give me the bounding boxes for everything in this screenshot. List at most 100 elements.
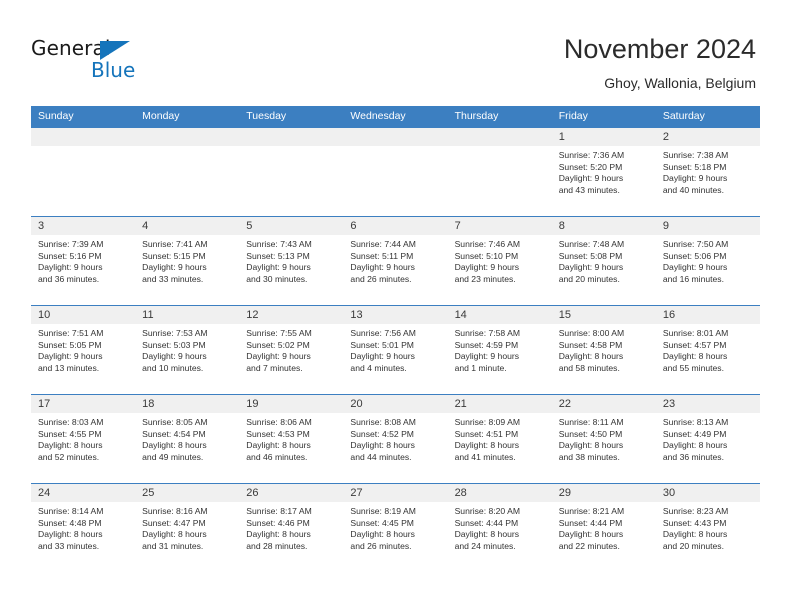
day-number: 30 [655,484,760,502]
day-number: 28 [447,484,552,502]
sunrise-text: Sunrise: 8:09 AM [454,417,521,427]
day-number [447,128,552,146]
daylight-text-line1: Daylight: 8 hours [662,351,728,362]
sunrise-text: Sunrise: 7:51 AM [38,328,104,338]
daylight-text-line2: and 52 minutes. [38,451,100,462]
sunset-text: Sunset: 5:05 PM [38,339,102,350]
daylight-text-line1: Daylight: 9 hours [662,173,728,184]
general-blue-logo[interactable]: General Blue [31,36,171,88]
daylight-text-line2: and 44 minutes. [350,451,412,462]
day-number [135,128,240,146]
day-number: 13 [343,306,448,324]
day-details: Sunrise: 7:58 AM Sunset: 4:59 PM Daylight:… [448,324,552,374]
sunset-text: Sunset: 4:54 PM [142,428,206,439]
day-details: Sunrise: 8:16 AM Sunset: 4:47 PM Daylight:… [135,502,239,552]
day-number: 14 [447,306,552,324]
day-cell[interactable]: 27 Sunrise: 8:19 AM Sunset: 4:45 PM Dayligh… [343,484,448,572]
day-number: 8 [551,217,656,235]
day-details: Sunrise: 7:53 AM Sunset: 5:03 PM Daylight:… [135,324,239,374]
day-cell[interactable]: 6 Sunrise: 7:44 AM Sunset: 5:11 PM Daylight… [343,217,448,305]
sunset-text: Sunset: 4:50 PM [558,428,623,439]
weekday-header-tuesday: Tuesday [246,110,287,122]
daylight-text-line1: Daylight: 9 hours [246,351,311,362]
daylight-text-line2: and 58 minutes. [558,362,620,373]
daylight-text-line2: and 38 minutes. [558,451,620,462]
sunset-text: Sunset: 5:15 PM [142,250,206,261]
calendar-grid: Sunday Monday Tuesday Wednesday Thursday… [31,106,760,572]
day-details: Sunrise: 7:55 AM Sunset: 5:02 PM Daylight:… [239,324,343,374]
sunrise-text: Sunrise: 7:48 AM [558,239,625,249]
day-cell[interactable]: 4 Sunrise: 7:41 AM Sunset: 5:15 PM Daylight… [135,217,240,305]
sunset-text: Sunset: 4:44 PM [454,517,519,528]
day-number: 12 [239,306,344,324]
daylight-text-line2: and 10 minutes. [142,362,204,373]
day-cell[interactable]: 19 Sunrise: 8:06 AM Sunset: 4:53 PM Dayligh… [239,395,344,483]
day-cell[interactable]: 15 Sunrise: 8:00 AM Sunset: 4:58 PM Dayligh… [551,306,656,394]
sunrise-text: Sunrise: 8:19 AM [350,506,416,516]
sunrise-text: Sunrise: 8:23 AM [662,506,729,516]
sunset-text: Sunset: 4:59 PM [454,339,519,350]
day-cell[interactable]: 7 Sunrise: 7:46 AM Sunset: 5:10 PM Daylight… [447,217,552,305]
day-cell[interactable]: 10 Sunrise: 7:51 AM Sunset: 5:05 PM Dayligh… [31,306,136,394]
day-cell[interactable]: 26 Sunrise: 8:17 AM Sunset: 4:46 PM Dayligh… [239,484,344,572]
page-title: November 2024 [563,34,756,64]
weekday-header-friday: Friday [558,110,588,122]
day-cell[interactable]: 20 Sunrise: 8:08 AM Sunset: 4:52 PM Dayligh… [343,395,448,483]
daylight-text-line1: Daylight: 9 hours [142,351,207,362]
day-details: Sunrise: 8:13 AM Sunset: 4:49 PM Daylight:… [656,413,760,463]
weekday-header-saturday: Saturday [662,110,705,122]
day-cell[interactable]: 12 Sunrise: 7:55 AM Sunset: 5:02 PM Dayligh… [239,306,344,394]
day-cell[interactable]: 1 Sunrise: 7:36 AM Sunset: 5:20 PM Daylight… [551,128,656,216]
day-cell[interactable]: 21 Sunrise: 8:09 AM Sunset: 4:51 PM Dayligh… [447,395,552,483]
day-cell[interactable]: 24 Sunrise: 8:14 AM Sunset: 4:48 PM Dayligh… [31,484,136,572]
daylight-text-line1: Daylight: 9 hours [558,173,624,184]
day-cell[interactable]: 5 Sunrise: 7:43 AM Sunset: 5:13 PM Daylight… [239,217,344,305]
logo-text-blue: Blue [91,58,136,82]
daylight-text-line1: Daylight: 8 hours [662,440,728,451]
day-cell[interactable]: 8 Sunrise: 7:48 AM Sunset: 5:08 PM Daylight… [551,217,656,305]
day-details: Sunrise: 8:20 AM Sunset: 4:44 PM Daylight:… [448,502,552,552]
day-cell[interactable]: 13 Sunrise: 7:56 AM Sunset: 5:01 PM Dayligh… [343,306,448,394]
daylight-text-line2: and 22 minutes. [558,540,620,551]
day-details: Sunrise: 7:46 AM Sunset: 5:10 PM Daylight:… [448,235,552,285]
day-number [343,128,448,146]
day-number: 7 [447,217,552,235]
day-cell[interactable]: 28 Sunrise: 8:20 AM Sunset: 4:44 PM Dayligh… [447,484,552,572]
daylight-text-line1: Daylight: 9 hours [38,262,103,273]
daylight-text-line1: Daylight: 8 hours [350,440,415,451]
daylight-text-line2: and 20 minutes. [662,540,724,551]
day-cell[interactable]: 25 Sunrise: 8:16 AM Sunset: 4:47 PM Dayligh… [135,484,240,572]
title-block: November 2024 Ghoy, Wallonia, Belgium [564,33,756,92]
sunset-text: Sunset: 5:03 PM [142,339,206,350]
day-details: Sunrise: 7:43 AM Sunset: 5:13 PM Daylight:… [239,235,343,285]
day-details: Sunrise: 8:06 AM Sunset: 4:53 PM Daylight:… [239,413,343,463]
daylight-text-line1: Daylight: 8 hours [38,440,103,451]
day-cell[interactable]: 22 Sunrise: 8:11 AM Sunset: 4:50 PM Dayligh… [551,395,656,483]
sunset-text: Sunset: 5:10 PM [454,250,519,261]
day-number: 11 [135,306,240,324]
week-row: 1 Sunrise: 7:36 AM Sunset: 5:20 PM Daylight… [31,127,760,216]
day-cell[interactable]: 16 Sunrise: 8:01 AM Sunset: 4:57 PM Dayligh… [655,306,760,394]
day-cell[interactable]: 2 Sunrise: 7:38 AM Sunset: 5:18 PM Daylight… [655,128,760,216]
sunset-text: Sunset: 5:16 PM [38,250,102,261]
day-cell[interactable]: 29 Sunrise: 8:21 AM Sunset: 4:44 PM Dayligh… [551,484,656,572]
day-number: 5 [239,217,344,235]
sunrise-text: Sunrise: 8:08 AM [350,417,416,427]
weekday-header-row: Sunday Monday Tuesday Wednesday Thursday… [31,106,760,127]
daylight-text-line1: Daylight: 8 hours [38,529,103,540]
day-cell[interactable]: 9 Sunrise: 7:50 AM Sunset: 5:06 PM Daylight… [655,217,760,305]
calendar-page: General Blue November 2024 Ghoy, Walloni… [0,0,792,612]
weekday-header-sunday: Sunday [38,110,74,122]
day-cell[interactable]: 17 Sunrise: 8:03 AM Sunset: 4:55 PM Dayligh… [31,395,136,483]
day-details: Sunrise: 7:51 AM Sunset: 5:05 PM Daylight:… [31,324,135,374]
day-cell[interactable]: 30 Sunrise: 8:23 AM Sunset: 4:43 PM Dayligh… [655,484,760,572]
day-cell[interactable]: 14 Sunrise: 7:58 AM Sunset: 4:59 PM Dayligh… [447,306,552,394]
daylight-text-line2: and 1 minute. [454,362,507,373]
day-cell[interactable]: 3 Sunrise: 7:39 AM Sunset: 5:16 PM Daylight… [31,217,136,305]
day-details: Sunrise: 7:41 AM Sunset: 5:15 PM Daylight:… [135,235,239,285]
day-cell[interactable]: 18 Sunrise: 8:05 AM Sunset: 4:54 PM Dayligh… [135,395,240,483]
day-cell[interactable]: 11 Sunrise: 7:53 AM Sunset: 5:03 PM Dayligh… [135,306,240,394]
day-cell[interactable]: 23 Sunrise: 8:13 AM Sunset: 4:49 PM Dayligh… [655,395,760,483]
day-details: Sunrise: 8:03 AM Sunset: 4:55 PM Daylight:… [31,413,135,463]
day-details: Sunrise: 8:17 AM Sunset: 4:46 PM Daylight:… [239,502,343,552]
